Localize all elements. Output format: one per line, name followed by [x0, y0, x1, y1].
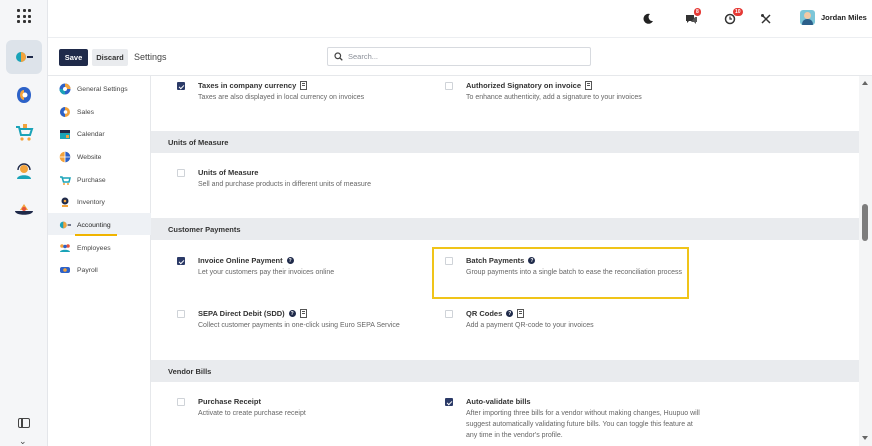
sepa-direct-debit-checkbox[interactable] [177, 310, 185, 318]
setting-title: SEPA Direct Debit (SDD) [198, 309, 285, 318]
section-units-of-measure: Units of Measure [151, 131, 859, 153]
building-icon [300, 81, 308, 90]
sidebar-item-sales[interactable]: Sales [59, 104, 94, 120]
taxes-currency-checkbox[interactable] [177, 82, 185, 90]
setting-title: Authorized Signatory on invoice [466, 81, 582, 90]
scroll-up-arrow-icon[interactable] [862, 81, 868, 85]
app-menu-grid-icon[interactable] [17, 9, 31, 23]
calendar-icon [59, 128, 71, 140]
building-icon [299, 309, 307, 318]
employees-icon [59, 242, 71, 254]
building-icon [517, 309, 525, 318]
building-icon [585, 81, 593, 90]
highlight-box [432, 247, 689, 299]
setting-description: Add a payment QR-code to your invoices [466, 322, 594, 329]
sidebar-item-general-settings[interactable]: General Settings [59, 81, 128, 97]
sidebar-item-label: Purchase [77, 176, 106, 184]
search-icon [334, 52, 343, 61]
purchase-icon [59, 174, 71, 186]
breadcrumb: Settings [134, 52, 167, 62]
dark-mode-moon-icon[interactable] [642, 11, 654, 27]
sidebar-item-calendar[interactable]: Calendar [59, 126, 105, 142]
activity-button[interactable]: 10 [724, 8, 743, 27]
section-vendor-bills: Vendor Bills [151, 360, 859, 382]
sidebar-item-label: Website [77, 153, 102, 161]
field-service-app-icon[interactable] [6, 193, 42, 227]
accounting-app-icon[interactable] [6, 40, 42, 74]
sidebar-toggle-icon[interactable] [18, 418, 30, 428]
setting-title: Auto-validate bills [466, 397, 531, 406]
authorized-signatory-checkbox[interactable] [445, 82, 453, 90]
chat-button[interactable]: 8 [685, 8, 701, 27]
app-rail: ⌄ [0, 0, 48, 446]
sidebar-item-inventory[interactable]: Inventory [59, 194, 105, 210]
avatar [800, 10, 815, 25]
search-input[interactable] [348, 52, 568, 61]
settings-content: Taxes in company currency Taxes are also… [151, 76, 859, 446]
search-box[interactable] [327, 47, 591, 66]
website-icon [59, 151, 71, 163]
setting-description: Sell and purchase products in different … [198, 181, 372, 188]
purchase-receipt-checkbox[interactable] [177, 398, 185, 406]
scrollbar-thumb[interactable] [862, 204, 868, 241]
setting-title: Units of Measure [198, 168, 259, 177]
scrollbar[interactable] [859, 76, 872, 446]
setting-title: QR Codes [466, 309, 503, 318]
tools-icon[interactable] [760, 11, 772, 27]
qr-codes-checkbox[interactable] [445, 310, 453, 318]
setting-description: Let your customers pay their invoices on… [198, 269, 335, 276]
payroll-icon [59, 264, 71, 276]
sidebar-item-purchase[interactable]: Purchase [59, 172, 106, 188]
setting-title: Purchase Receipt [198, 397, 261, 406]
sidebar-item-employees[interactable]: Employees [59, 240, 111, 256]
chevron-down-icon[interactable]: ⌄ [19, 436, 27, 446]
sidebar-item-accounting[interactable]: Accounting [59, 217, 117, 236]
crm-app-icon[interactable] [6, 78, 42, 112]
setting-title: Taxes in company currency [198, 81, 297, 90]
help-icon[interactable]: ? [288, 310, 296, 317]
help-icon[interactable]: ? [286, 257, 294, 264]
point-of-sale-app-icon[interactable] [6, 116, 42, 150]
sidebar-item-label: Sales [77, 108, 95, 116]
units-of-measure-checkbox[interactable] [177, 169, 185, 177]
control-panel: Save Discard Settings [48, 38, 872, 76]
setting-description: After importing three bills for a vendor… [466, 410, 700, 439]
help-icon[interactable]: ? [506, 310, 514, 317]
setting-description: To enhance authenticity, add a signature… [466, 94, 642, 101]
general-settings-icon [59, 83, 71, 95]
helpdesk-app-icon[interactable] [6, 155, 42, 189]
scroll-down-arrow-icon[interactable] [862, 436, 868, 440]
sidebar-item-label: Calendar [77, 130, 105, 138]
sidebar-item-label: Payroll [77, 266, 98, 274]
section-customer-payments: Customer Payments [151, 218, 859, 240]
chat-badge: 8 [694, 8, 701, 16]
user-name: Jordan Miles [821, 13, 867, 22]
setting-description: Activate to create purchase receipt [198, 410, 306, 417]
settings-sidebar: General Settings Sales Calendar Website … [48, 76, 151, 446]
setting-description: Taxes are also displayed in local curren… [198, 94, 365, 101]
sidebar-item-label: General Settings [77, 85, 128, 93]
accounting-icon [59, 219, 71, 231]
save-button[interactable]: Save [59, 49, 88, 66]
invoice-online-payment-checkbox[interactable] [177, 257, 185, 265]
sidebar-item-label: Accounting [77, 221, 111, 229]
sidebar-item-payroll[interactable]: Payroll [59, 262, 98, 278]
discard-button[interactable]: Discard [92, 49, 128, 66]
sales-icon [59, 106, 71, 118]
inventory-icon [59, 196, 71, 208]
user-menu[interactable]: Jordan Miles [800, 10, 867, 25]
top-navbar: 8 10 Jordan Miles [48, 0, 872, 38]
setting-description: Collect customer payments in one-click u… [198, 322, 400, 329]
activity-badge: 10 [733, 8, 743, 16]
setting-title: Invoice Online Payment [198, 256, 283, 265]
sidebar-item-website[interactable]: Website [59, 149, 101, 165]
sidebar-item-label: Inventory [77, 198, 105, 206]
sidebar-item-label: Employees [77, 244, 111, 252]
auto-validate-bills-checkbox[interactable] [445, 398, 453, 406]
